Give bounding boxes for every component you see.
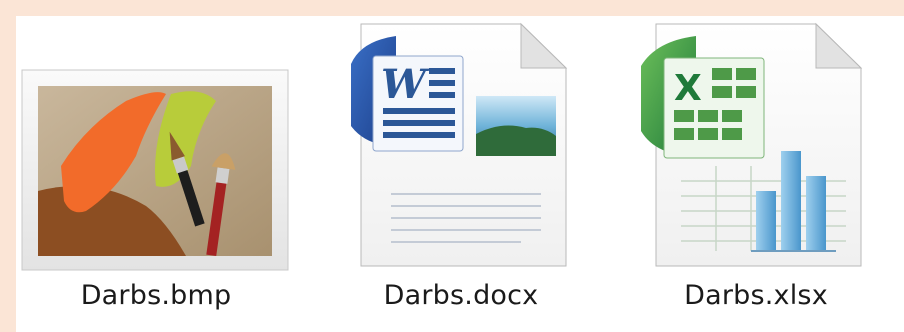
file-item-xlsx[interactable]: X Darbs.xlsx <box>616 16 896 332</box>
svg-text:W: W <box>381 61 430 108</box>
file-list-panel: Darbs.bmp W Darbs.docx X Darbs.xlsx <box>16 16 904 332</box>
file-name-label: Darbs.docx <box>383 280 539 311</box>
file-name-label: Darbs.xlsx <box>684 280 828 311</box>
file-name-label: Darbs.bmp <box>80 280 232 311</box>
file-item-docx[interactable]: W Darbs.docx <box>321 16 601 332</box>
word-document-icon: W <box>351 22 568 267</box>
file-item-bmp[interactable]: Darbs.bmp <box>16 16 296 332</box>
svg-text:X: X <box>674 68 702 109</box>
excel-workbook-icon: X <box>641 22 863 267</box>
bitmap-image-icon <box>21 69 289 271</box>
